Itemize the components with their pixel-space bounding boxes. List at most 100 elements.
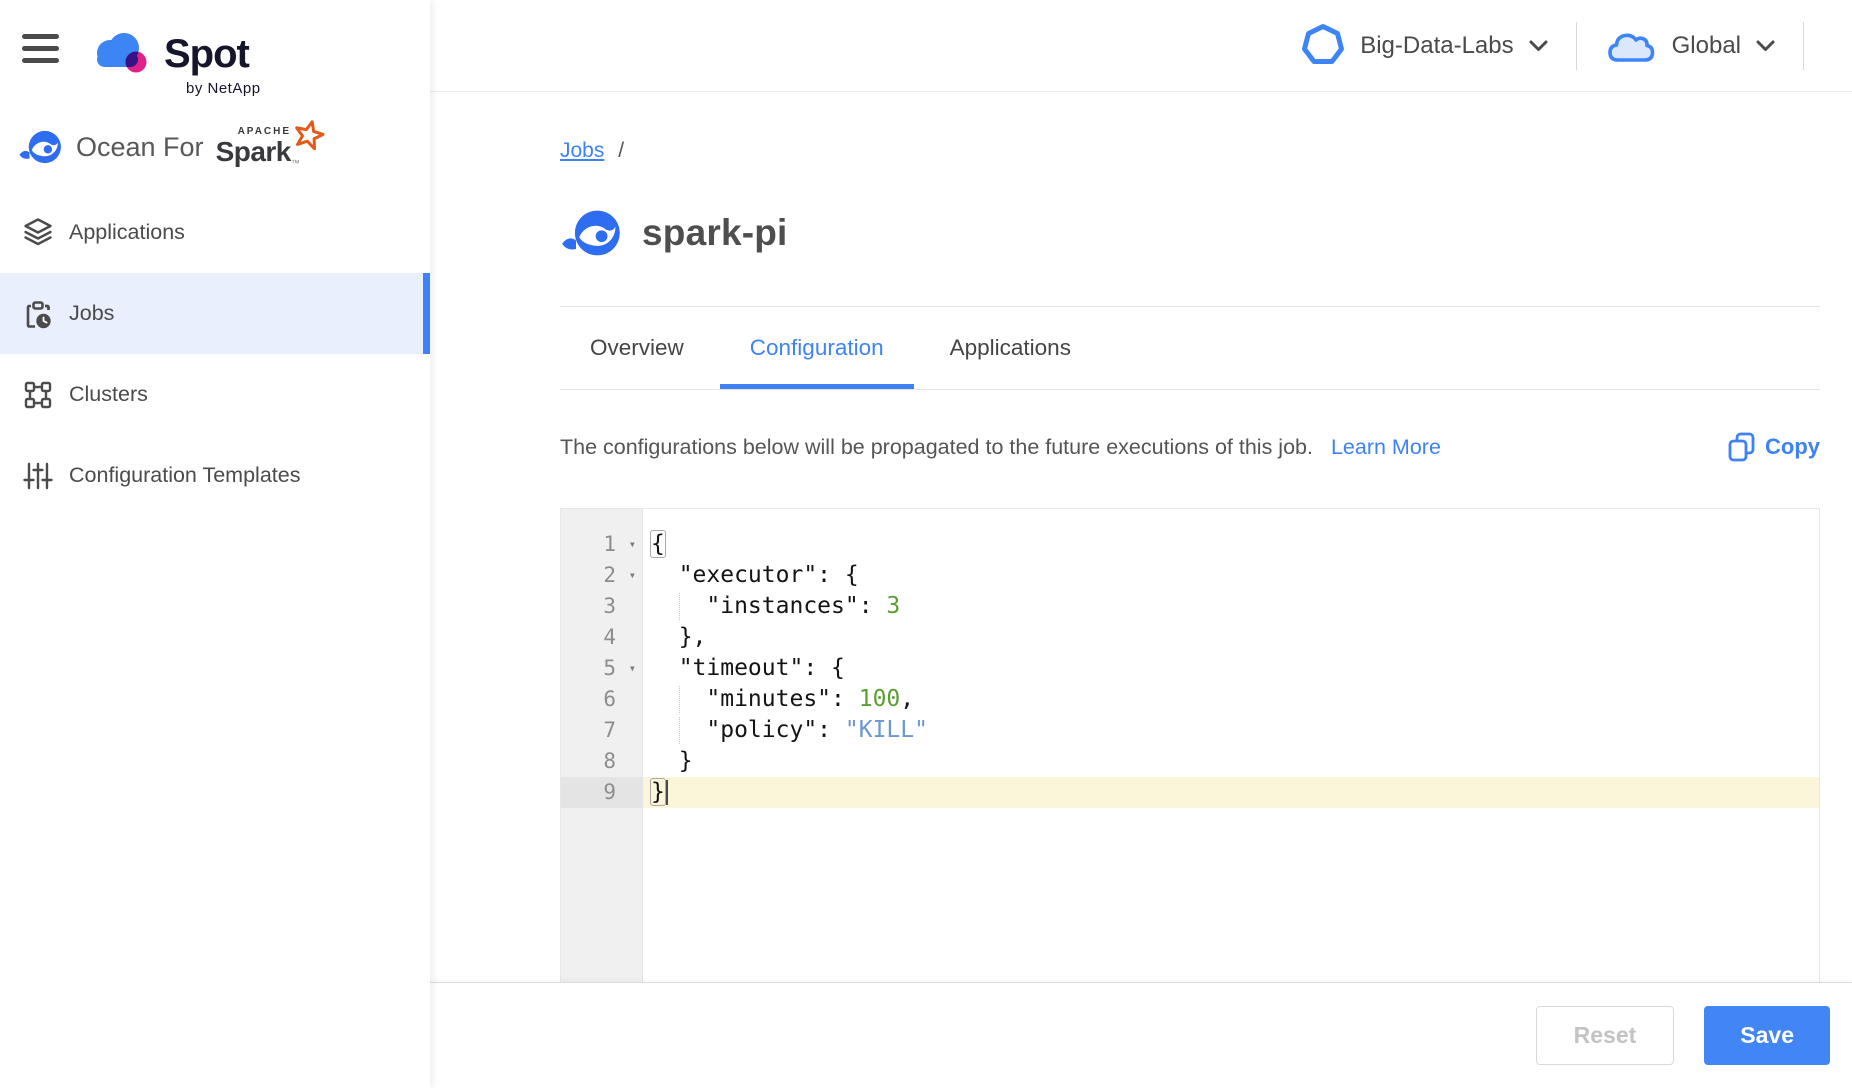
editor-gutter: 1▾2▾345▾6789 [561,509,643,982]
header-divider [1803,22,1804,70]
gutter-line-number: 3 [561,591,642,622]
gutter-line-number: 1▾ [561,529,642,560]
sidebar-item-jobs[interactable]: Jobs [0,273,430,354]
ocean-wave-icon [18,127,64,167]
apache-spark-logo: APACHE Spark™ [216,136,300,168]
code-token-plain: } [651,748,693,774]
main-column: Big-Data-Labs Global [430,0,1852,1088]
code-line: "timeout": { [643,653,1819,684]
hamburger-menu-icon[interactable] [22,34,60,70]
sidebar-item-label: Clusters [69,382,148,407]
json-config-editor[interactable]: 1▾2▾345▾6789 { "executor": { "instances"… [560,508,1820,982]
code-line: "policy": "KILL" [643,715,1819,746]
copy-label: Copy [1765,434,1820,460]
code-token-number: 3 [886,593,900,619]
copy-icon [1728,432,1755,462]
code-token-plain: "minutes": [651,686,859,712]
region-name: Global [1672,32,1741,60]
gutter-line-number: 5▾ [561,653,642,684]
title-row: spark-pi [560,196,1820,270]
code-line: "minutes": 100, [643,684,1819,715]
code-token-plain: }, [651,624,706,650]
tab-configuration[interactable]: Configuration [720,307,914,389]
sidebar-nav: Applications Jobs [0,192,430,516]
sidebar-item-label: Applications [69,220,185,245]
code-token-string: "KILL" [845,717,928,743]
fold-toggle-icon[interactable]: ▾ [629,560,636,591]
sidebar-item-applications[interactable]: Applications [0,192,430,273]
code-token-match: { [650,530,666,558]
product-ocean-for-spark[interactable]: Ocean For APACHE Spark™ [0,112,430,182]
tab-bar: Overview Configuration Applications [560,306,1820,390]
job-wave-icon [560,205,624,261]
tab-overview[interactable]: Overview [560,307,714,389]
fold-toggle-icon[interactable]: ▾ [629,653,636,684]
apache-label: APACHE [238,126,291,137]
product-prefix: Ocean For [76,132,204,163]
header-divider [1576,22,1577,70]
gutter-line-number: 6 [561,684,642,715]
copy-button[interactable]: Copy [1728,432,1820,462]
code-token-plain: "policy": [651,717,845,743]
organization-dropdown[interactable]: Big-Data-Labs [1301,23,1547,69]
heptagon-icon [1301,23,1345,69]
chevron-down-icon [1756,40,1775,52]
code-line: } [643,777,1819,808]
breadcrumb-separator: / [618,139,624,162]
sidebar-item-clusters[interactable]: Clusters [0,354,430,435]
page-content: Jobs / spark-pi Overview Configuration [430,92,1852,982]
code-line: }, [643,622,1819,653]
gutter-line-number: 2▾ [561,560,642,591]
sliders-icon [21,459,55,493]
fold-toggle-icon[interactable]: ▾ [629,529,636,560]
spark-wordmark: Spark [216,136,291,167]
config-description: The configurations below will be propaga… [560,435,1313,460]
code-token-plain: , [900,686,914,712]
learn-more-link[interactable]: Learn More [1331,435,1441,460]
sidebar-item-configuration-templates[interactable]: Configuration Templates [0,435,430,516]
gutter-line-number: 7 [561,715,642,746]
cloud-icon [1605,27,1657,65]
code-line: } [643,746,1819,777]
spark-trademark: ™ [291,158,300,168]
code-line: "instances": 3 [643,591,1819,622]
tab-applications[interactable]: Applications [920,307,1101,389]
top-header: Big-Data-Labs Global [430,0,1852,92]
sidebar-item-label: Configuration Templates [69,463,300,488]
brand-name: Spot [164,34,249,74]
reset-button[interactable]: Reset [1536,1006,1675,1065]
config-description-row: The configurations below will be propaga… [560,430,1820,464]
code-token-plain: "instances": [651,593,886,619]
page-title: spark-pi [642,212,788,254]
code-lines[interactable]: { "executor": { "instances": 3 }, "timeo… [643,509,1819,982]
cluster-nodes-icon [21,378,55,412]
indent-guide [679,686,680,713]
gutter-line-number: 8 [561,746,642,777]
organization-name: Big-Data-Labs [1360,32,1513,60]
gutter-line-number: 9 [561,777,642,808]
spot-cloud-icon [90,30,152,78]
chevron-down-icon [1529,40,1548,52]
layers-icon [21,216,55,250]
breadcrumb: Jobs / [560,136,1820,166]
spot-logo[interactable]: Spot by NetApp [90,30,261,97]
code-token-number: 100 [859,686,901,712]
app-root: Spot by NetApp Ocean For APACHE Spark™ [0,0,1852,1088]
spark-star-icon [291,117,327,152]
code-token-match: } [650,778,666,806]
clipboard-clock-icon [21,297,55,331]
save-button[interactable]: Save [1704,1006,1830,1065]
indent-guide [679,593,680,620]
code-line: "executor": { [643,560,1819,591]
code-token-plain: "timeout": { [651,655,845,681]
code-token-plain: "executor": { [651,562,859,588]
sidebar: Spot by NetApp Ocean For APACHE Spark™ [0,0,430,1088]
gutter-line-number: 4 [561,622,642,653]
breadcrumb-jobs-link[interactable]: Jobs [560,139,604,162]
sidebar-header: Spot by NetApp [0,0,430,112]
text-cursor [666,780,668,805]
sidebar-item-label: Jobs [69,301,114,326]
region-dropdown[interactable]: Global [1605,27,1775,65]
brand-byline: by NetApp [186,80,261,97]
code-line: { [643,529,1819,560]
